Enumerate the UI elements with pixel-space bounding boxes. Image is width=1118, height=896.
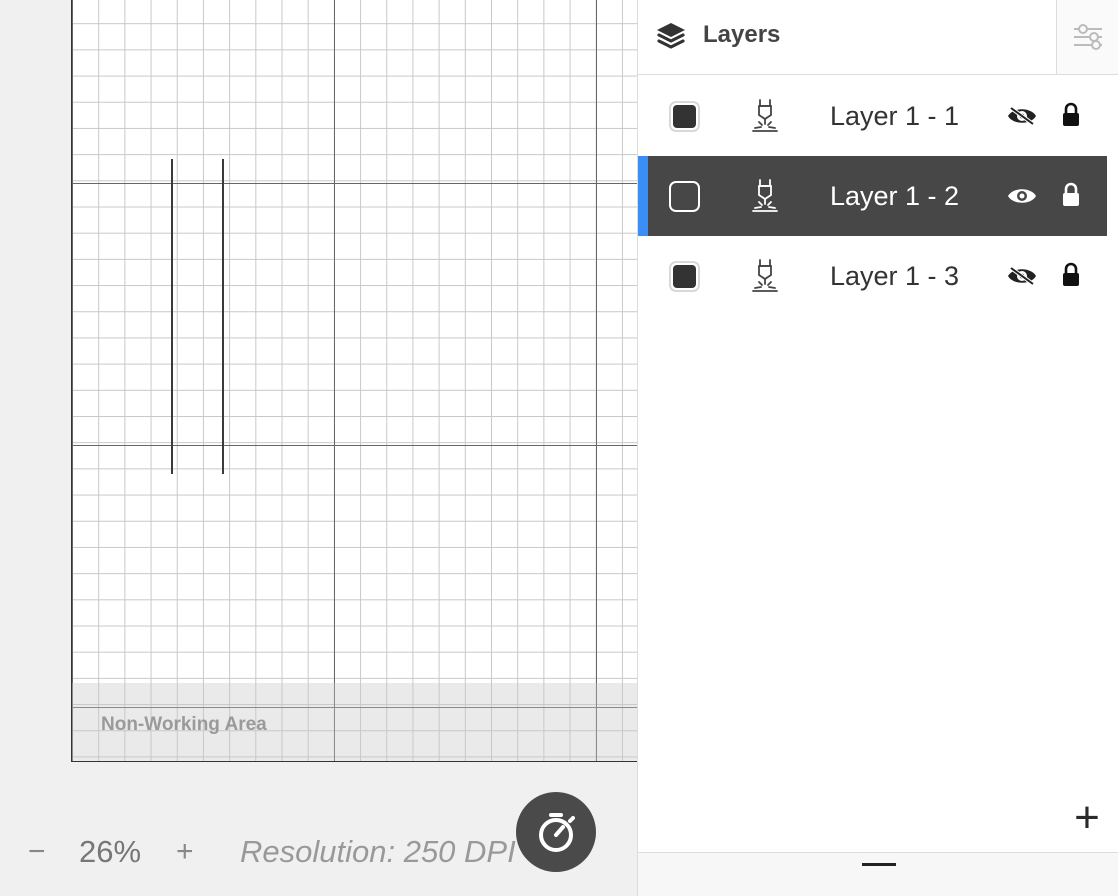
canvas-grid[interactable] <box>71 0 637 762</box>
non-working-area-label: Non-Working Area <box>101 714 267 735</box>
vertical-line-shape[interactable] <box>171 159 173 474</box>
sliders-icon <box>1074 24 1102 50</box>
zoom-out-button[interactable]: − <box>28 832 46 872</box>
stopwatch-icon <box>539 813 575 852</box>
laser-module-icon <box>752 179 778 212</box>
panel-title: Layers <box>703 21 781 48</box>
zoom-in-button[interactable]: + <box>176 832 194 872</box>
selection-indicator <box>638 156 648 236</box>
layers-stack-icon <box>657 23 685 49</box>
lock-icon[interactable] <box>1061 182 1081 208</box>
layer-name[interactable]: Layer 1 - 2 <box>830 180 959 212</box>
lock-icon[interactable] <box>1061 262 1081 288</box>
layers-panel: Layers Layer 1 - 1 Layer 1 - 2 Layer 1 -… <box>637 0 1118 896</box>
layer-color-swatch[interactable] <box>669 181 700 212</box>
add-layer-button[interactable]: + <box>1069 796 1105 840</box>
layer-row-selected[interactable]: Layer 1 - 2 <box>638 156 1107 236</box>
layer-name[interactable]: Layer 1 - 3 <box>830 260 959 292</box>
laser-module-icon <box>752 259 778 292</box>
layer-row[interactable]: Layer 1 - 1 <box>638 76 1107 156</box>
eye-off-icon[interactable] <box>1006 104 1038 128</box>
laser-module-icon <box>752 99 778 132</box>
resolution-label: Resolution: 250 DPI <box>240 834 516 869</box>
panel-resize-handle[interactable] <box>862 863 896 866</box>
eye-icon[interactable] <box>1006 184 1038 208</box>
estimate-time-button[interactable] <box>516 792 596 872</box>
lock-icon[interactable] <box>1061 102 1081 128</box>
layers-panel-header: Layers <box>638 0 1118 75</box>
layer-name[interactable]: Layer 1 - 1 <box>830 100 959 132</box>
panel-footer <box>638 852 1118 896</box>
zoom-level: 26% <box>79 834 142 869</box>
eye-off-icon[interactable] <box>1006 264 1038 288</box>
layer-color-swatch[interactable] <box>669 261 700 292</box>
vertical-line-shape[interactable] <box>222 159 224 474</box>
layer-settings-button[interactable] <box>1056 0 1118 74</box>
layer-color-swatch[interactable] <box>669 101 700 132</box>
canvas-workspace[interactable]: Non-Working Area − 26% + Resolution: 250… <box>0 0 637 896</box>
layer-row[interactable]: Layer 1 - 3 <box>638 236 1107 316</box>
